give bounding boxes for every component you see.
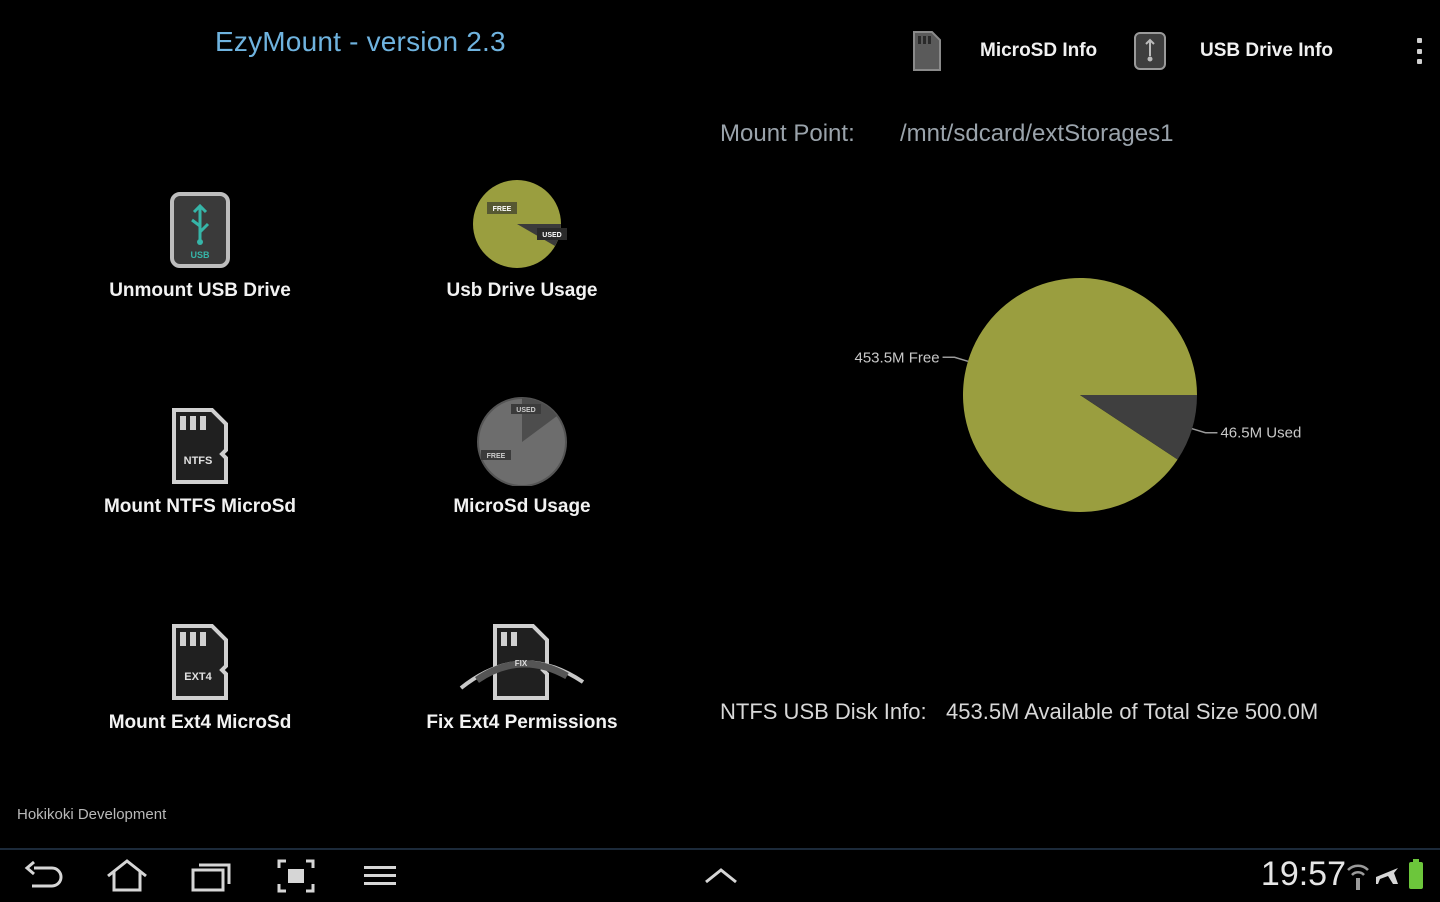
action-bar: MicroSD Info USB Drive Info xyxy=(900,26,1440,76)
pie-leader-line xyxy=(942,356,969,363)
ext4-icon-text: EXT4 xyxy=(184,671,212,683)
home-icon[interactable] xyxy=(104,858,150,894)
airplane-mode-icon xyxy=(1376,868,1398,884)
usb-drive-usage-button[interactable]: FREE USED Usb Drive Usage xyxy=(362,174,682,302)
pie-slice-label: 453.5M Free xyxy=(855,349,940,366)
usage-pie-icon: USED FREE xyxy=(477,397,567,486)
pie-icon-free-text: FREE xyxy=(493,206,512,213)
back-icon[interactable] xyxy=(22,858,66,894)
screenshot-icon[interactable] xyxy=(276,858,316,894)
disk-info-label: NTFS USB Disk Info: xyxy=(720,699,927,724)
usage-pie-chart: 453.5M Free 46.5M Used xyxy=(855,278,1301,513)
grid-item-label: Unmount USB Drive xyxy=(109,280,291,301)
grid-item-label: Mount NTFS MicroSd xyxy=(103,496,297,517)
mount-point-value: /mnt/sdcard/extStorages1 xyxy=(900,120,1174,147)
microsd-info-button[interactable]: MicroSD Info xyxy=(980,26,1097,76)
usage-pie-icon: FREE USED xyxy=(473,180,567,268)
sd-card-icon[interactable] xyxy=(910,30,942,72)
microsd-card-icon: EXT4 xyxy=(172,624,228,700)
usb-icon-text: USB xyxy=(190,250,210,260)
status-icons xyxy=(1346,858,1432,892)
ntfs-icon-text: NTFS xyxy=(184,455,213,467)
microsd-card-icon: NTFS xyxy=(172,408,228,484)
developer-credit: Hokikoki Development xyxy=(17,806,167,823)
pie-icon-free-text: FREE xyxy=(487,453,506,460)
unmount-usb-drive-button[interactable]: USB Unmount USB Drive xyxy=(40,174,360,302)
chevron-up-icon[interactable] xyxy=(702,858,740,894)
system-navigation-bar xyxy=(0,848,1440,902)
grid-item-label: Fix Ext4 Permissions xyxy=(426,712,618,733)
mount-point-label: Mount Point: xyxy=(720,120,855,147)
recent-apps-icon[interactable] xyxy=(190,858,232,894)
fix-permissions-icon: FIX xyxy=(459,624,585,700)
fix-icon-text: FIX xyxy=(515,659,528,668)
pie-leader-line xyxy=(1191,427,1218,434)
pie-icon-used-text: USED xyxy=(516,407,535,414)
disk-info-value: 453.5M Available of Total Size 500.0M xyxy=(946,699,1319,724)
usb-drive-info-button[interactable]: USB Drive Info xyxy=(1200,26,1333,76)
pie-icon-used-text: USED xyxy=(542,232,561,239)
overflow-menu-icon[interactable] xyxy=(1417,38,1423,64)
app-title: EzyMount - version 2.3 xyxy=(215,26,506,57)
status-clock: 19:57 xyxy=(1260,855,1346,893)
microsd-usage-button[interactable]: USED FREE MicroSd Usage xyxy=(362,390,682,518)
grid-item-label: Usb Drive Usage xyxy=(446,280,598,301)
mount-ntfs-microsd-button[interactable]: NTFS Mount NTFS MicroSd xyxy=(40,390,360,518)
battery-icon xyxy=(1409,859,1423,889)
grid-item-label: Mount Ext4 MicroSd xyxy=(108,712,292,733)
wifi-icon xyxy=(1347,864,1369,890)
usb-drive-icon: USB xyxy=(170,192,230,268)
grid-item-label: MicroSd Usage xyxy=(453,496,591,517)
menu-icon[interactable] xyxy=(362,858,398,894)
usb-drive-icon[interactable] xyxy=(1132,30,1168,72)
pie-slice-label: 46.5M Used xyxy=(1220,425,1301,442)
fix-ext4-permissions-button[interactable]: FIX Fix Ext4 Permissions xyxy=(362,606,682,734)
mount-ext4-microsd-button[interactable]: EXT4 Mount Ext4 MicroSd xyxy=(40,606,360,734)
usb-drive-info-label: USB Drive Info xyxy=(1200,40,1334,61)
microsd-info-label: MicroSD Info xyxy=(980,40,1098,61)
